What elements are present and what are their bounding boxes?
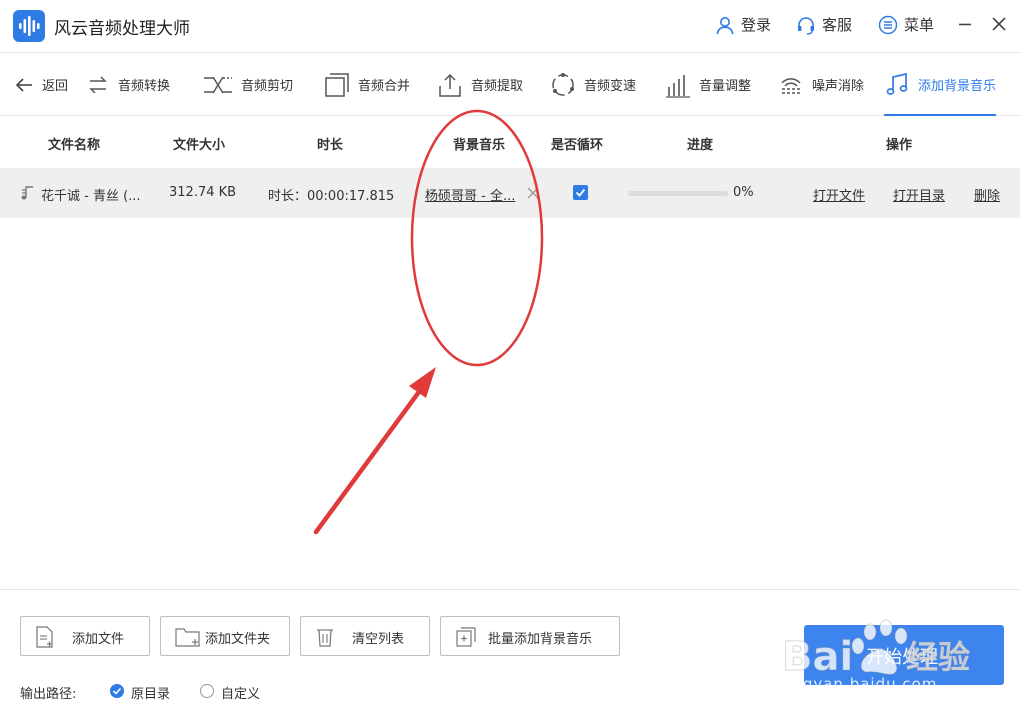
batch-add-icon bbox=[456, 627, 476, 647]
header-actions: 操作 bbox=[886, 138, 913, 153]
header-file-name: 文件名称 bbox=[48, 138, 101, 153]
tool-label: 音频合并 bbox=[358, 79, 411, 94]
minimize-icon bbox=[959, 23, 971, 26]
add-file-button[interactable]: 添加文件 bbox=[20, 616, 150, 656]
user-icon bbox=[716, 16, 734, 34]
progress-bar bbox=[628, 191, 728, 196]
noise-icon bbox=[781, 77, 801, 94]
table-row: 花千诚 - 青丝 (... 312.74 KB 时长：00:00:17.815 … bbox=[0, 168, 1020, 218]
trash-icon bbox=[317, 629, 333, 647]
close-icon bbox=[992, 17, 1006, 31]
menu-icon bbox=[878, 15, 898, 34]
tool-noise-removal[interactable]: 噪声消除 bbox=[778, 53, 864, 116]
annotation-arrow-head bbox=[409, 367, 436, 398]
tool-audio-cut[interactable]: 音频剪切 bbox=[203, 53, 293, 116]
file-size: 312.74 KB bbox=[169, 185, 237, 200]
batch-add-background-music-button[interactable]: 批量添加背景音乐 bbox=[440, 616, 620, 656]
tool-audio-extract[interactable]: 音频提取 bbox=[437, 53, 523, 116]
arrow-left-icon bbox=[15, 77, 32, 92]
start-processing-label: 开始处理 bbox=[866, 647, 938, 668]
delete-link[interactable]: 删除 bbox=[974, 185, 1000, 204]
tool-volume-adjust[interactable]: 音量调整 bbox=[665, 53, 751, 116]
speed-icon bbox=[552, 72, 574, 96]
clear-list-button[interactable]: 清空列表 bbox=[300, 616, 430, 656]
menu-label: 菜单 bbox=[904, 16, 935, 34]
music-note-icon bbox=[886, 72, 908, 95]
customer-service-button[interactable]: 客服 bbox=[796, 14, 852, 35]
convert-icon bbox=[89, 75, 107, 94]
radio-custom-directory[interactable] bbox=[200, 684, 214, 698]
annotation-arrow-shaft bbox=[313, 382, 427, 535]
app-title: 风云音频处理大师 bbox=[54, 19, 190, 39]
tool-label: 音频变速 bbox=[584, 79, 637, 94]
radio-original-directory[interactable] bbox=[110, 684, 124, 698]
output-path-label: 输出路径: bbox=[20, 687, 77, 702]
background-music-link[interactable]: 杨硕哥哥 - 全... bbox=[425, 185, 515, 204]
tool-label: 音频转换 bbox=[118, 79, 171, 94]
back-label: 返回 bbox=[42, 79, 69, 94]
open-folder-link[interactable]: 打开目录 bbox=[893, 185, 945, 204]
header-loop: 是否循环 bbox=[551, 138, 604, 153]
function-toolbar: 返回 音频转换 音频剪切 音频合并 音频提取 音频变速 音量调整 噪声消除 添加… bbox=[0, 52, 1020, 117]
tool-audio-convert[interactable]: 音频转换 bbox=[86, 53, 170, 116]
volume-bars-icon bbox=[666, 74, 690, 98]
file-duration: 时长：00:00:17.815 bbox=[268, 189, 395, 204]
loop-checkbox[interactable] bbox=[573, 185, 588, 200]
back-button[interactable]: 返回 bbox=[14, 53, 68, 116]
scissors-icon bbox=[204, 76, 232, 93]
tool-label: 音量调整 bbox=[699, 79, 752, 94]
add-folder-label: 添加文件夹 bbox=[205, 632, 271, 647]
add-file-icon bbox=[36, 626, 53, 648]
tool-label: 音频剪切 bbox=[241, 79, 294, 94]
extract-icon bbox=[439, 73, 461, 97]
clear-list-label: 清空列表 bbox=[352, 632, 405, 647]
title-bar: 风云音频处理大师 登录 客服 菜单 bbox=[0, 0, 1020, 52]
open-file-link[interactable]: 打开文件 bbox=[813, 185, 865, 204]
menu-button[interactable]: 菜单 bbox=[878, 14, 934, 35]
add-folder-icon bbox=[175, 628, 200, 647]
table-header: 文件名称 文件大小 时长 背景音乐 是否循环 进度 操作 bbox=[0, 116, 1020, 168]
tool-audio-speed[interactable]: 音频变速 bbox=[550, 53, 636, 116]
merge-icon bbox=[325, 72, 349, 97]
header-progress: 进度 bbox=[687, 138, 714, 153]
batch-add-label: 批量添加背景音乐 bbox=[488, 632, 593, 647]
start-processing-button[interactable]: 开始处理 bbox=[804, 625, 1004, 685]
login-label: 登录 bbox=[741, 16, 772, 34]
tool-label: 添加背景音乐 bbox=[918, 79, 997, 94]
login-button[interactable]: 登录 bbox=[715, 14, 771, 35]
service-label: 客服 bbox=[822, 16, 853, 34]
radio-checked-icon bbox=[112, 687, 122, 695]
headset-icon bbox=[798, 16, 814, 35]
remove-background-music-icon[interactable] bbox=[527, 187, 539, 199]
tool-add-background-music[interactable]: 添加背景音乐 bbox=[884, 53, 997, 117]
audio-file-icon bbox=[21, 186, 33, 200]
close-button[interactable] bbox=[987, 12, 1011, 36]
file-name: 花千诚 - 青丝 (... bbox=[41, 189, 141, 204]
tool-audio-merge[interactable]: 音频合并 bbox=[324, 53, 410, 116]
custom-directory-label: 自定义 bbox=[221, 687, 261, 702]
add-folder-button[interactable]: 添加文件夹 bbox=[160, 616, 290, 656]
progress-text: 0% bbox=[733, 185, 754, 200]
original-directory-label: 原目录 bbox=[131, 687, 171, 702]
tool-label: 音频提取 bbox=[471, 79, 524, 94]
app-logo-icon bbox=[13, 10, 45, 42]
header-duration: 时长 bbox=[317, 138, 344, 153]
checkmark-icon bbox=[575, 188, 586, 197]
tool-label: 噪声消除 bbox=[812, 79, 865, 94]
minimize-button[interactable] bbox=[953, 12, 977, 36]
header-file-size: 文件大小 bbox=[173, 138, 226, 153]
header-background-music: 背景音乐 bbox=[453, 138, 506, 153]
add-file-label: 添加文件 bbox=[72, 632, 125, 647]
